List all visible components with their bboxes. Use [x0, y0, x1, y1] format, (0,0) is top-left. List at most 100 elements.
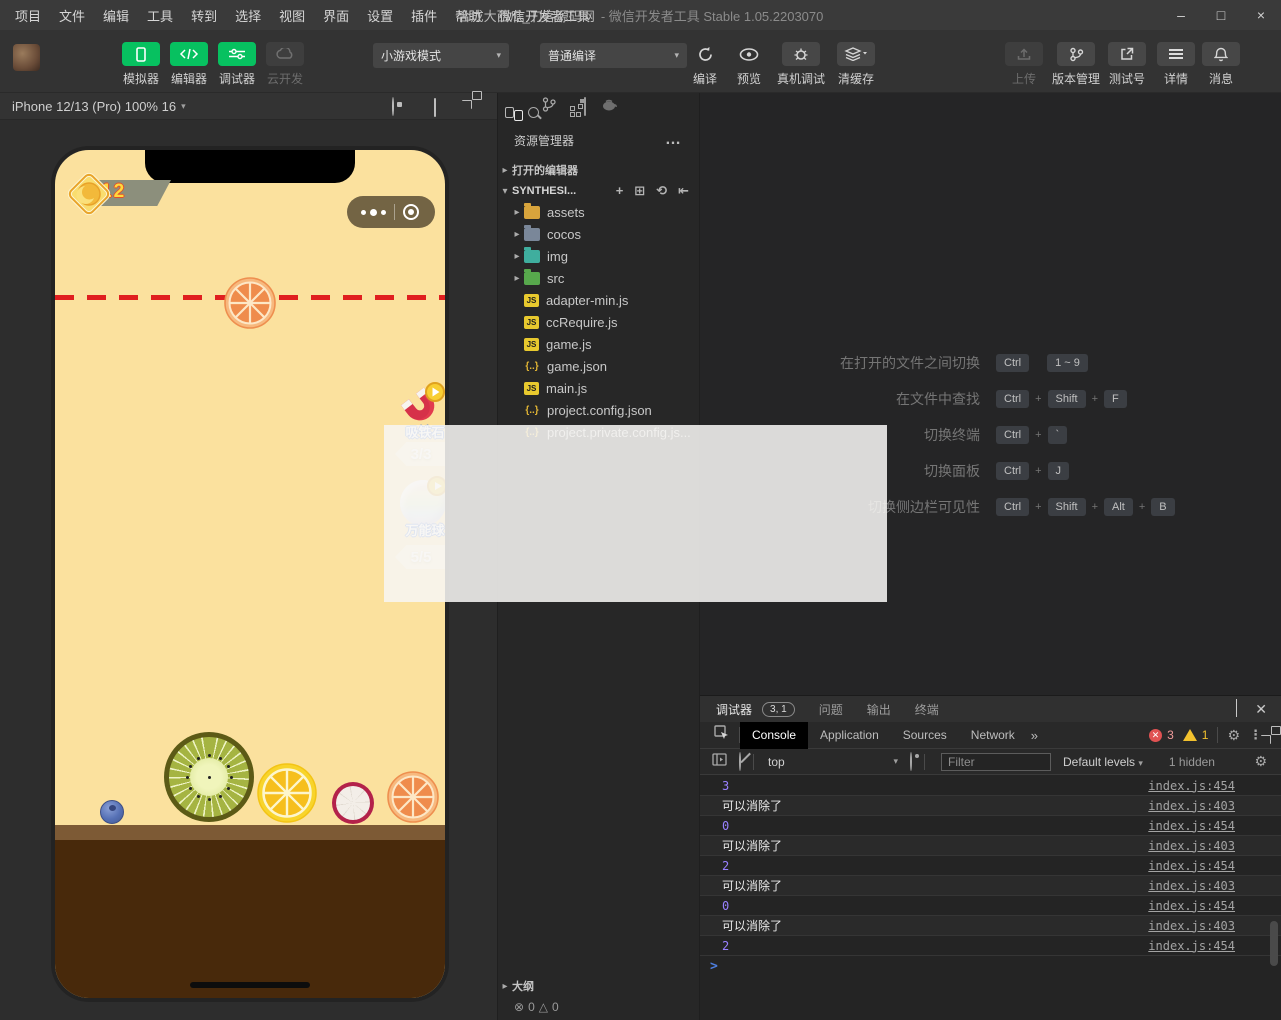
window-icon[interactable]	[584, 98, 586, 116]
multi-window-icon[interactable]	[472, 100, 489, 117]
menu-item[interactable]: 文件	[50, 6, 94, 25]
log-source-link[interactable]: index.js:454	[1148, 899, 1235, 913]
settings-gear-icon[interactable]: ⚙	[1227, 727, 1240, 744]
menu-item[interactable]: 界面	[314, 6, 358, 25]
collapse-all-icon[interactable]: ⇤	[678, 183, 689, 199]
device-debug-button[interactable]: 真机调试	[773, 42, 829, 87]
project-root-section[interactable]: ▾ SYNTHESI... + ⊞ ⟲ ⇤	[498, 179, 699, 203]
git-branch-icon[interactable]	[542, 97, 556, 117]
log-source-link[interactable]: index.js:403	[1148, 919, 1235, 933]
console-settings-gear-icon[interactable]: ⚙	[1254, 753, 1267, 770]
phone-frame-icon[interactable]	[434, 99, 451, 116]
more-dots-icon[interactable]	[361, 209, 390, 216]
tab-output[interactable]: 输出	[867, 701, 891, 718]
console-log-row: 0index.js:454	[700, 816, 1281, 836]
miniprogram-capsule[interactable]	[347, 196, 435, 228]
keycap: Shift	[1048, 390, 1086, 408]
refresh-icon	[697, 42, 714, 66]
teapot-icon[interactable]	[600, 98, 618, 116]
clear-console-icon[interactable]	[739, 753, 741, 771]
game-mode-select[interactable]: 小游戏模式 ▾	[373, 43, 509, 68]
tree-item-project-config-json[interactable]: {..}project.config.json	[498, 399, 699, 421]
device-selector[interactable]: iPhone 12/13 (Pro) 100% 16	[12, 99, 176, 114]
tree-item-main-js[interactable]: JSmain.js	[498, 377, 699, 399]
tree-item-ccRequire-js[interactable]: JSccRequire.js	[498, 311, 699, 333]
error-badge-icon[interactable]: ✕	[1149, 729, 1162, 742]
cloud-dev-button[interactable]: 云开发	[262, 42, 308, 87]
version-control-button[interactable]: 版本管理	[1044, 42, 1108, 87]
inspect-element-icon[interactable]	[714, 725, 729, 745]
record-icon[interactable]	[392, 98, 409, 115]
editor-toggle-button[interactable]: 编辑器	[166, 42, 212, 87]
upload-button[interactable]: 上传	[1001, 42, 1047, 87]
simulator-toggle-button[interactable]: 模拟器	[118, 42, 164, 87]
avatar[interactable]	[13, 44, 40, 71]
log-source-link[interactable]: index.js:403	[1148, 839, 1235, 853]
warning-badge-icon[interactable]	[1183, 729, 1197, 741]
tab-debugger[interactable]: 调试器	[716, 701, 752, 718]
close-panel-icon[interactable]: ✕	[1255, 701, 1267, 718]
menu-item[interactable]: 选择	[226, 6, 270, 25]
tab-console[interactable]: Console	[740, 722, 808, 749]
details-button[interactable]: 详情	[1153, 42, 1199, 87]
tree-item-game-json[interactable]: {..}game.json	[498, 355, 699, 377]
log-levels-select[interactable]: Default levels ▾	[1063, 755, 1143, 769]
warning-count: 1	[1202, 728, 1209, 742]
tree-item-cocos[interactable]: ▸cocos	[498, 223, 699, 245]
tab-problems[interactable]: 问题	[819, 701, 843, 718]
log-message: 可以消除了	[722, 797, 782, 814]
tab-application[interactable]: Application	[808, 722, 891, 749]
refresh-icon[interactable]: ⟲	[656, 183, 667, 199]
test-account-button[interactable]: 测试号	[1103, 42, 1151, 87]
minimize-button[interactable]: –	[1161, 0, 1201, 30]
tab-network[interactable]: Network	[959, 722, 1027, 749]
compile-mode-select[interactable]: 普通编译 ▾	[540, 43, 687, 68]
console-scrollbar[interactable]	[1270, 921, 1278, 966]
new-folder-icon[interactable]: ⊞	[634, 183, 645, 199]
log-source-link[interactable]: index.js:454	[1148, 779, 1235, 793]
log-source-link[interactable]: index.js:403	[1148, 799, 1235, 813]
new-file-icon[interactable]: +	[616, 183, 624, 199]
exit-target-icon[interactable]	[403, 204, 419, 220]
menu-item[interactable]: 转到	[182, 6, 226, 25]
menu-item[interactable]: 帮助	[446, 6, 490, 25]
menu-item[interactable]: 插件	[402, 6, 446, 25]
open-editors-section[interactable]: ▸ 打开的编辑器	[498, 159, 699, 181]
tree-item-img[interactable]: ▸img	[498, 245, 699, 267]
tree-item-assets[interactable]: ▸assets	[498, 201, 699, 223]
tab-sources[interactable]: Sources	[891, 722, 959, 749]
outline-section[interactable]: ▸ 大纲	[498, 975, 699, 997]
tree-item-game-js[interactable]: JSgame.js	[498, 333, 699, 355]
live-expression-eye-icon[interactable]	[910, 753, 912, 771]
menu-item[interactable]: 编辑	[94, 6, 138, 25]
collapse-panel-icon[interactable]	[1236, 700, 1237, 718]
debugger-toggle-button[interactable]: 调试器	[214, 42, 260, 87]
tab-terminal[interactable]: 终端	[915, 701, 939, 718]
frame-selector[interactable]: top ▾	[768, 755, 898, 769]
log-source-link[interactable]: index.js:454	[1148, 819, 1235, 833]
tree-item-adapter-min-js[interactable]: JSadapter-min.js	[498, 289, 699, 311]
menu-item[interactable]: 设置	[358, 6, 402, 25]
more-tabs-icon[interactable]: »	[1031, 728, 1038, 743]
preview-button[interactable]: 预览	[726, 42, 772, 87]
console-sidebar-icon[interactable]	[712, 753, 727, 771]
menu-item[interactable]: 项目	[6, 6, 50, 25]
menu-item[interactable]: 微信开发者工具	[490, 6, 599, 25]
close-button[interactable]: ×	[1241, 0, 1281, 30]
compile-button[interactable]: 编译	[682, 42, 728, 87]
more-actions-icon[interactable]: …	[665, 131, 683, 149]
menu-item[interactable]: 视图	[270, 6, 314, 25]
clear-cache-button[interactable]: 清缓存	[831, 42, 881, 87]
tree-item-src[interactable]: ▸src	[498, 267, 699, 289]
filter-input[interactable]: Filter	[941, 753, 1051, 771]
log-source-link[interactable]: index.js:454	[1148, 859, 1235, 873]
maximize-button[interactable]: □	[1201, 0, 1241, 30]
log-message: 可以消除了	[722, 877, 782, 894]
console-prompt[interactable]: >	[710, 959, 718, 974]
json-icon: {..}	[524, 404, 540, 417]
log-source-link[interactable]: index.js:454	[1148, 939, 1235, 953]
log-source-link[interactable]: index.js:403	[1148, 879, 1235, 893]
messages-button[interactable]: 消息	[1198, 42, 1244, 87]
file-name: src	[547, 271, 564, 286]
menu-item[interactable]: 工具	[138, 6, 182, 25]
